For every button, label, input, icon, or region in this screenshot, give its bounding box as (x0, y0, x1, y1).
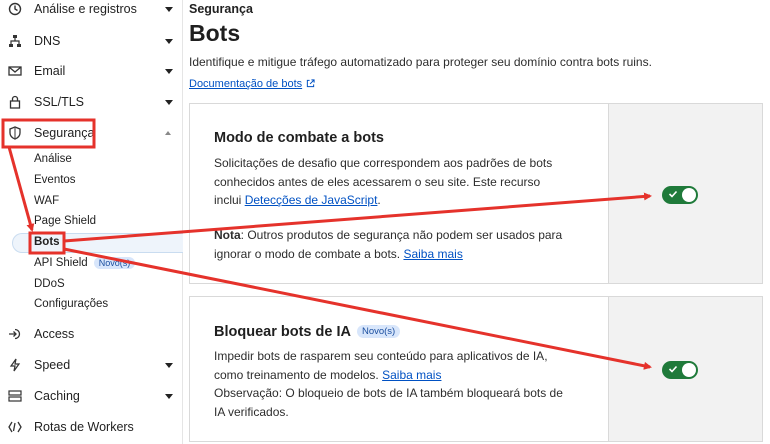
card-note: Nota: Outros produtos de segurança não p… (214, 226, 584, 263)
card-text-line: ignorar o modo de combate a bots. (214, 246, 404, 261)
toggle-knob (682, 188, 696, 202)
doc-link-label: Documentação de bots (189, 78, 303, 90)
card-text-line: : Outros produtos de segurança não podem… (240, 228, 563, 242)
email-icon (8, 66, 22, 76)
new-badge: Novo(s) (93, 257, 136, 269)
breadcrumb: Segurança (189, 2, 253, 16)
toggle-knob (682, 363, 696, 377)
chevron-down-icon (165, 393, 173, 399)
javascript-detections-link[interactable]: Detecções de JavaScript (245, 193, 378, 207)
sidebar: Análise e registros DNS Email SSL/TLS Se… (0, 0, 183, 444)
card-title: Modo de combate a bots (214, 130, 384, 146)
sidebar-subitem-configuracoes[interactable]: Configurações (34, 298, 108, 310)
sidebar-subitem-bots[interactable]: Bots (34, 236, 60, 248)
card-text-line: inclui (214, 193, 245, 207)
sidebar-item-label: Email (34, 64, 66, 78)
sidebar-item-security[interactable]: Segurança (0, 120, 183, 146)
page-description: Identifique e mitigue tráfego automatiza… (189, 55, 652, 69)
sidebar-subitem-waf[interactable]: WAF (34, 195, 59, 207)
sidebar-subitem-ddos[interactable]: DDoS (34, 278, 65, 290)
chevron-down-icon (165, 6, 173, 12)
sidebar-item-caching[interactable]: Caching (0, 383, 183, 409)
card-description: Impedir bots de rasparem seu conteúdo pa… (214, 347, 584, 421)
card-text-line: Observação: O bloqueio de bots de IA tam… (214, 386, 563, 400)
card-text-line: como treinamento de modelos. (214, 367, 383, 382)
bot-fight-mode-toggle[interactable] (662, 186, 698, 204)
chevron-down-icon (165, 99, 173, 105)
sidebar-item-label: Caching (34, 389, 80, 403)
sidebar-subitem-eventos[interactable]: Eventos (34, 174, 76, 186)
sidebar-item-speed[interactable]: Speed (0, 352, 183, 378)
sidebar-item-label: Análise e registros (34, 2, 137, 16)
sidebar-subitem-api-shield[interactable]: API Shield Novo(s) (34, 257, 136, 269)
chevron-up-icon (165, 131, 171, 135)
learn-more-link[interactable]: Saiba mais (382, 368, 441, 382)
sidebar-item-label: Segurança (34, 126, 95, 140)
card-text-line: conhecidos antes de eles acessarem o seu… (214, 174, 541, 189)
caching-icon (8, 390, 22, 402)
sidebar-subitem-label: API Shield (34, 257, 88, 269)
sidebar-item-dns[interactable]: DNS (0, 28, 183, 54)
bots-documentation-link[interactable]: Documentação de bots (189, 78, 315, 90)
sidebar-item-label: Access (34, 327, 75, 341)
page-title: Bots (189, 20, 241, 46)
check-icon (668, 190, 678, 198)
note-label: Nota (214, 228, 241, 242)
learn-more-link[interactable]: Saiba mais (403, 247, 462, 261)
sidebar-item-access[interactable]: Access (0, 321, 183, 347)
card-description: Solicitações de desafio que correspondem… (214, 154, 584, 210)
workers-icon (8, 421, 22, 433)
sidebar-item-analytics[interactable]: Análise e registros (0, 0, 183, 22)
chevron-down-icon (165, 362, 173, 368)
sidebar-item-label: Rotas de Workers (34, 420, 134, 434)
dns-icon (9, 35, 21, 47)
block-ai-bots-card: Bloquear bots de IA Novo(s) Impedir bots … (189, 296, 763, 442)
bot-fight-mode-card: Modo de combate a bots Solicitações de d… (189, 103, 763, 284)
card-title-row: Bloquear bots de IA Novo(s) (214, 324, 401, 340)
card-text-line: IA verificados. (214, 404, 289, 419)
sidebar-item-label: SSL/TLS (34, 95, 85, 109)
card-text-line: Solicitações de desafio que correspondem… (214, 156, 553, 170)
new-badge: Novo(s) (356, 325, 401, 338)
chevron-down-icon (165, 38, 173, 44)
external-link-icon (306, 79, 315, 88)
card-text-line: . (377, 193, 381, 207)
card-text-line: Impedir bots de rasparem seu conteúdo pa… (214, 349, 548, 363)
main-content: Segurança Bots Identifique e mitigue trá… (189, 0, 770, 444)
lightning-icon (9, 358, 21, 372)
check-icon (668, 365, 678, 373)
shield-icon (9, 126, 21, 140)
sidebar-item-workers[interactable]: Rotas de Workers (0, 414, 183, 440)
sidebar-item-email[interactable]: Email (0, 58, 183, 84)
sidebar-item-label: Speed (34, 358, 71, 372)
card-title: Bloquear bots de IA (214, 324, 351, 340)
lock-icon (9, 95, 21, 109)
sidebar-subitem-analise[interactable]: Análise (34, 153, 72, 165)
sidebar-item-label: DNS (34, 34, 61, 48)
sidebar-item-ssl-tls[interactable]: SSL/TLS (0, 89, 183, 115)
block-ai-bots-toggle[interactable] (662, 361, 698, 379)
access-icon (9, 328, 21, 340)
chevron-down-icon (165, 68, 173, 74)
sidebar-subitem-page-shield[interactable]: Page Shield (34, 215, 96, 227)
analytics-icon (8, 2, 22, 16)
